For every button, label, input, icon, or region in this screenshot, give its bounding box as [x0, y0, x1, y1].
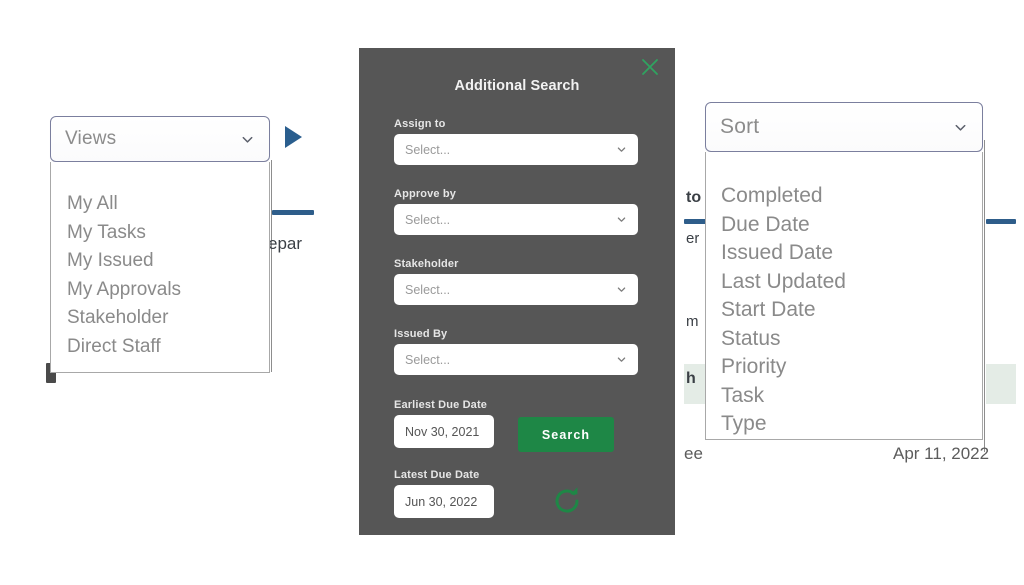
background-rule-right-b	[986, 219, 1016, 224]
sort-option[interactable]: Start Date	[706, 296, 982, 325]
search-button[interactable]: Search	[518, 417, 614, 452]
play-triangle-icon[interactable]	[285, 126, 302, 148]
chevron-down-icon	[953, 120, 968, 135]
background-rule-left	[272, 210, 314, 215]
latest-due-date-value: Jun 30, 2022	[405, 494, 478, 509]
views-option[interactable]: Stakeholder	[51, 304, 269, 333]
views-option[interactable]: My Issued	[51, 247, 269, 276]
sort-option[interactable]: Completed	[706, 182, 982, 211]
views-option[interactable]: Direct Staff	[51, 333, 269, 362]
background-text-fragment: Apr 11, 2022	[893, 444, 990, 463]
close-x-icon[interactable]	[639, 56, 661, 78]
background-highlight-block	[986, 364, 1016, 404]
views-dropdown-panel[interactable]: My All My Tasks My Issued My Approvals S…	[50, 162, 270, 373]
refresh-icon[interactable]	[550, 484, 584, 518]
background-text-fragment: epar	[268, 234, 303, 253]
earliest-due-date-input[interactable]: Nov 30, 2021	[394, 415, 494, 448]
sort-option[interactable]: Last Updated	[706, 268, 982, 297]
chevron-down-icon	[240, 132, 255, 147]
stakeholder-select[interactable]: Select...	[394, 274, 638, 305]
background-divider-left	[271, 160, 272, 372]
latest-due-date-label: Latest Due Date	[394, 469, 480, 481]
sort-select[interactable]: Sort	[705, 102, 983, 152]
approve-by-select[interactable]: Select...	[394, 204, 638, 235]
assign-to-value: Select...	[405, 142, 451, 157]
background-text-fragment: to	[686, 189, 702, 206]
chevron-down-icon	[616, 214, 627, 225]
approve-by-value: Select...	[405, 212, 451, 227]
sort-option[interactable]: Issued Date	[706, 239, 982, 268]
sort-option[interactable]: Type	[706, 410, 982, 439]
chevron-down-icon	[616, 354, 627, 365]
earliest-due-date-label: Earliest Due Date	[394, 399, 488, 411]
views-select-label: Views	[65, 128, 117, 149]
sort-option[interactable]: Task	[706, 382, 982, 411]
sort-option[interactable]: Priority	[706, 353, 982, 382]
background-text-fragment: ee	[684, 444, 703, 463]
issued-by-field: Issued By Select...	[394, 328, 638, 375]
views-option[interactable]: My Tasks	[51, 219, 269, 248]
sort-dropdown-panel[interactable]: Completed Due Date Issued Date Last Upda…	[705, 152, 983, 440]
assign-to-field: Assign to Select...	[394, 118, 638, 165]
sort-option[interactable]: Status	[706, 325, 982, 354]
assign-to-label: Assign to	[394, 118, 446, 130]
views-select[interactable]: Views	[50, 116, 270, 162]
issued-by-select[interactable]: Select...	[394, 344, 638, 375]
background-text-fragment: m	[686, 313, 699, 330]
background-text-fragment: er	[686, 230, 700, 247]
background-rule-right-a	[684, 219, 706, 224]
stakeholder-label: Stakeholder	[394, 258, 459, 270]
stakeholder-field: Stakeholder Select...	[394, 258, 638, 305]
chevron-down-icon	[616, 284, 627, 295]
views-option-list: My All My Tasks My Issued My Approvals S…	[51, 162, 269, 361]
assign-to-select[interactable]: Select...	[394, 134, 638, 165]
latest-due-date-input[interactable]: Jun 30, 2022	[394, 485, 494, 518]
sort-option-list: Completed Due Date Issued Date Last Upda…	[706, 152, 982, 439]
views-option[interactable]: My All	[51, 190, 269, 219]
issued-by-label: Issued By	[394, 328, 448, 340]
sort-option[interactable]: Due Date	[706, 211, 982, 240]
approve-by-field: Approve by Select...	[394, 188, 638, 235]
approve-by-label: Approve by	[394, 188, 457, 200]
modal-title: Additional Search	[454, 78, 580, 94]
stakeholder-value: Select...	[405, 282, 451, 297]
earliest-due-date-field: Earliest Due Date Nov 30, 2021	[394, 399, 494, 448]
sort-select-label: Sort	[720, 115, 760, 138]
background-divider-right	[984, 140, 985, 452]
earliest-due-date-value: Nov 30, 2021	[405, 424, 480, 439]
views-option[interactable]: My Approvals	[51, 276, 269, 305]
latest-due-date-field: Latest Due Date Jun 30, 2022	[394, 469, 494, 518]
issued-by-value: Select...	[405, 352, 451, 367]
chevron-down-icon	[616, 144, 627, 155]
background-text-fragment: h	[686, 370, 696, 387]
